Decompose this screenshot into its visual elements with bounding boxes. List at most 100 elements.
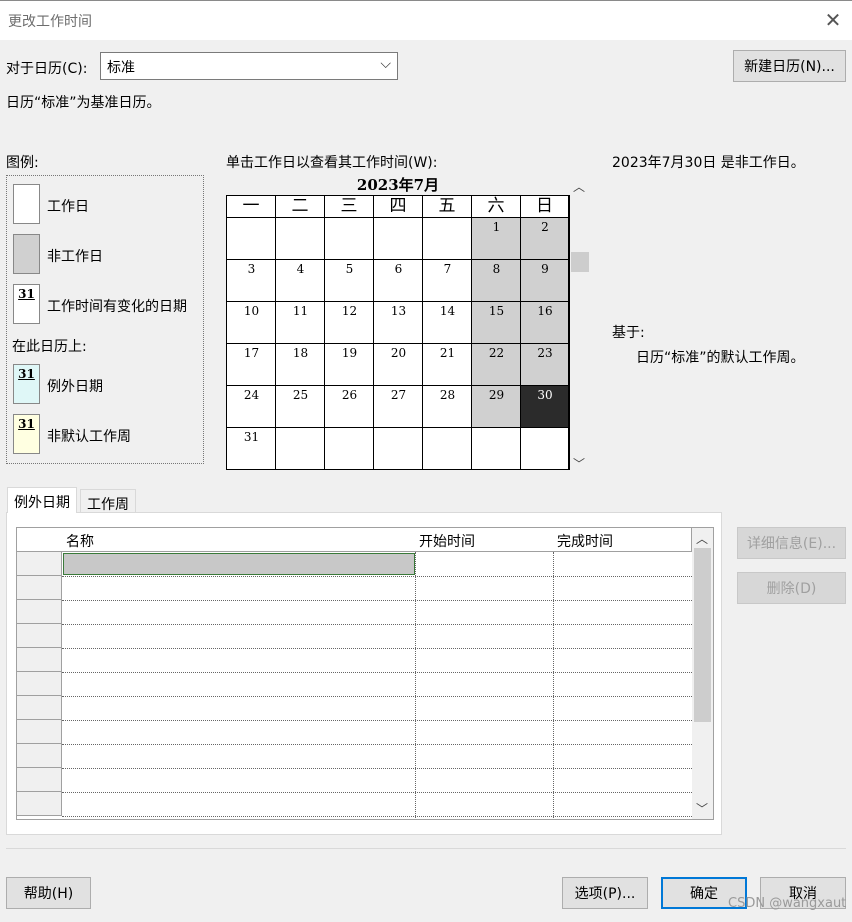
tab-work-weeks[interactable]: 工作周	[80, 489, 136, 513]
table-row[interactable]	[62, 720, 692, 721]
legend-panel: 工作日 非工作日 31 工作时间有变化的日期 在此日历上: 31 例外日期 31…	[6, 175, 204, 464]
calendar-day[interactable]: 15	[472, 302, 521, 344]
calendar-day[interactable]: 13	[374, 302, 423, 344]
calendar-day[interactable]: 6	[374, 260, 423, 302]
calendar-day[interactable]: 27	[374, 386, 423, 428]
calendar-select[interactable]: 标准 ⌵	[100, 52, 398, 80]
calendar-day[interactable]: 3	[227, 260, 276, 302]
table-row-header[interactable]	[17, 672, 62, 696]
calendar-scroll-up-icon[interactable]: ︿	[571, 178, 587, 195]
calendar-day[interactable]: 18	[276, 344, 325, 386]
calendar-day[interactable]: 9	[521, 260, 569, 302]
calendar-scroll-thumb[interactable]	[571, 252, 589, 272]
calendar-day-number: 4	[296, 262, 305, 276]
calendar-day-number: 1	[492, 220, 501, 234]
calendar-day[interactable]: 12	[325, 302, 374, 344]
weekday-header: 日	[521, 196, 569, 218]
table-row[interactable]	[62, 696, 692, 697]
calendar-day[interactable]: 29	[472, 386, 521, 428]
month-calendar[interactable]: 一二三四五六日 1 2 3 4 5 6 7 8 9 10 11 12 13 14 15 16 17 18 19 20 21…	[226, 195, 570, 470]
table-vertical-scrollbar[interactable]: ︿ ﹀	[692, 528, 713, 819]
table-row-header[interactable]	[17, 648, 62, 672]
calendar-empty-cell	[423, 428, 472, 470]
table-row[interactable]	[62, 600, 692, 601]
table-row-header[interactable]	[17, 792, 62, 816]
help-button[interactable]: 帮助(H)	[6, 877, 91, 909]
calendar-day-number: 6	[394, 262, 403, 276]
calendar-day-number: 31	[243, 430, 260, 444]
calendar-day[interactable]: 23	[521, 344, 569, 386]
calendar-day-number: 21	[439, 346, 456, 360]
table-row-header[interactable]	[17, 768, 62, 792]
table-row-header[interactable]	[17, 696, 62, 720]
exceptions-table[interactable]: 名称 开始时间 完成时间 ︿ ﹀	[16, 527, 714, 820]
calendar-day[interactable]: 25	[276, 386, 325, 428]
based-on-value: 日历“标准”的默认工作周。	[636, 350, 805, 366]
table-scroll-up-icon[interactable]: ︿	[694, 530, 710, 547]
calendar-empty-cell	[472, 428, 521, 470]
column-header-start[interactable]: 开始时间	[415, 528, 554, 552]
calendar-day[interactable]: 5	[325, 260, 374, 302]
table-row-header[interactable]	[17, 720, 62, 744]
calendar-day-number: 8	[492, 262, 501, 276]
footer-separator	[6, 848, 846, 849]
calendar-day[interactable]: 1	[472, 218, 521, 260]
selected-date-status: 2023年7月30日 是非工作日。	[612, 155, 805, 171]
calendar-scroll-down-icon[interactable]: ﹀	[571, 455, 587, 472]
table-row[interactable]	[62, 672, 692, 673]
calendar-day[interactable]: 8	[472, 260, 521, 302]
working-day-swatch	[13, 184, 40, 224]
calendar-picker-label: 对于日历(C):	[6, 61, 88, 77]
table-row[interactable]	[62, 648, 692, 649]
calendar-instruction: 单击工作日以查看其工作时间(W):	[226, 155, 438, 171]
calendar-day[interactable]: 10	[227, 302, 276, 344]
selected-name-cell[interactable]	[63, 553, 415, 575]
calendar-day[interactable]: 26	[325, 386, 374, 428]
table-row[interactable]	[62, 768, 692, 769]
calendar-day[interactable]: 22	[472, 344, 521, 386]
weekday-header: 四	[374, 196, 423, 218]
calendar-day[interactable]: 19	[325, 344, 374, 386]
calendar-day-number: 18	[292, 346, 309, 360]
table-row[interactable]	[62, 816, 692, 817]
table-row[interactable]	[62, 792, 692, 793]
options-button[interactable]: 选项(P)...	[562, 877, 648, 909]
calendar-day-number: 5	[345, 262, 354, 276]
calendar-day[interactable]: 14	[423, 302, 472, 344]
calendar-day[interactable]: 31	[227, 428, 276, 470]
calendar-day-number: 30	[537, 388, 553, 402]
table-row[interactable]	[62, 744, 692, 745]
table-row-header[interactable]	[17, 624, 62, 648]
calendar-day[interactable]: 2	[521, 218, 569, 260]
tab-exceptions[interactable]: 例外日期	[7, 487, 77, 513]
calendar-day-number: 15	[488, 304, 505, 318]
calendar-day-number: 2	[541, 220, 549, 234]
calendar-day[interactable]: 30	[521, 386, 569, 428]
column-header-finish[interactable]: 完成时间	[553, 528, 692, 552]
table-row[interactable]	[62, 624, 692, 625]
calendar-day[interactable]: 28	[423, 386, 472, 428]
calendar-day[interactable]: 16	[521, 302, 569, 344]
table-row[interactable]	[62, 576, 692, 577]
calendar-day[interactable]: 20	[374, 344, 423, 386]
legend-on-this-calendar: 在此日历上:	[12, 339, 87, 355]
close-icon[interactable]: ✕	[822, 9, 844, 31]
calendar-day[interactable]: 7	[423, 260, 472, 302]
table-row-header[interactable]	[17, 576, 62, 600]
details-button[interactable]: 详细信息(E)...	[737, 527, 846, 559]
new-calendar-button[interactable]: 新建日历(N)...	[733, 50, 846, 82]
calendar-day[interactable]: 17	[227, 344, 276, 386]
calendar-day[interactable]: 11	[276, 302, 325, 344]
table-scroll-down-icon[interactable]: ﹀	[694, 800, 710, 817]
column-header-name[interactable]: 名称	[62, 528, 416, 552]
calendar-day-number: 29	[488, 388, 505, 402]
table-row-header[interactable]	[17, 552, 62, 576]
calendar-day[interactable]: 24	[227, 386, 276, 428]
table-row-header[interactable]	[17, 744, 62, 768]
delete-button[interactable]: 删除(D)	[737, 572, 846, 604]
calendar-day[interactable]: 4	[276, 260, 325, 302]
table-scroll-thumb[interactable]	[694, 548, 711, 722]
calendar-empty-cell	[227, 218, 276, 260]
table-row-header[interactable]	[17, 600, 62, 624]
calendar-day[interactable]: 21	[423, 344, 472, 386]
